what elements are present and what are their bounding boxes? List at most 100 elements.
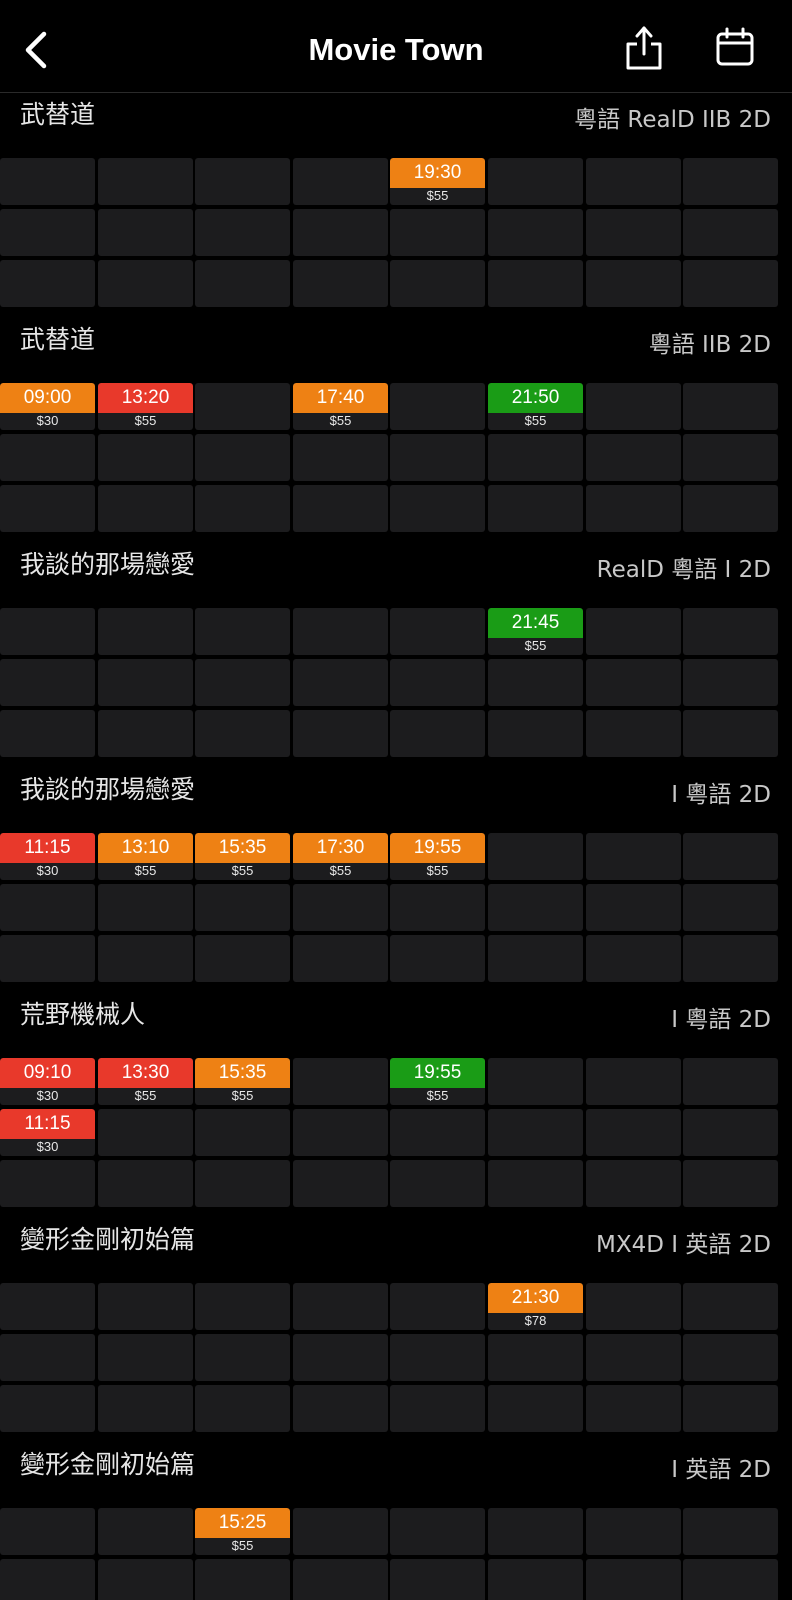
empty-slot xyxy=(195,1385,290,1432)
empty-slot xyxy=(390,1160,485,1207)
empty-slot xyxy=(488,884,583,931)
showtime-slot[interactable]: 17:40 $55 xyxy=(293,383,388,430)
showtime-time: 13:10 xyxy=(98,833,193,863)
empty-slot xyxy=(293,884,388,931)
share-icon[interactable] xyxy=(622,24,666,72)
showtime-slot[interactable]: 21:50 $55 xyxy=(488,383,583,430)
showtime-time: 19:55 xyxy=(390,833,485,863)
showtime-time: 15:25 xyxy=(195,1508,290,1538)
empty-slot xyxy=(683,710,778,757)
empty-slot xyxy=(0,1508,95,1555)
format-tags: 粵語 IIB 2D xyxy=(648,332,771,358)
empty-slot xyxy=(195,434,290,481)
empty-slot xyxy=(293,1385,388,1432)
empty-slot xyxy=(98,884,193,931)
empty-slot xyxy=(586,260,681,307)
showtime-slot[interactable]: 09:00 $30 xyxy=(0,383,95,430)
showtime-time: 11:15 xyxy=(0,833,95,863)
showtime-slot[interactable]: 21:45 $55 xyxy=(488,608,583,655)
empty-slot xyxy=(0,158,95,205)
empty-slot xyxy=(390,1283,485,1330)
empty-slot xyxy=(683,1058,778,1105)
empty-slot xyxy=(0,1385,95,1432)
showtime-slot[interactable]: 09:10 $30 xyxy=(0,1058,95,1105)
movie-title: 我談的那場戀愛 xyxy=(20,775,196,804)
empty-slot xyxy=(586,659,681,706)
showtime-slot[interactable]: 11:15 $30 xyxy=(0,1109,95,1156)
empty-slot xyxy=(683,260,778,307)
showtime-grid: 09:00 $30 13:20 $55 17:40 $55 21:50 $55 xyxy=(0,383,792,533)
empty-slot xyxy=(586,1109,681,1156)
showtime-time: 13:30 xyxy=(98,1058,193,1088)
showtime-slot[interactable]: 19:55 $55 xyxy=(390,833,485,880)
showtime-price: $55 xyxy=(426,188,449,203)
showtime-time: 11:15 xyxy=(0,1109,95,1139)
empty-slot xyxy=(586,434,681,481)
showtime-slot[interactable]: 13:10 $55 xyxy=(98,833,193,880)
empty-slot xyxy=(683,434,778,481)
empty-slot xyxy=(488,209,583,256)
showtime-slot[interactable]: 17:30 $55 xyxy=(293,833,388,880)
showtime-slot[interactable]: 15:25 $55 xyxy=(195,1508,290,1555)
showtime-slot[interactable]: 21:30 $78 xyxy=(488,1283,583,1330)
showtime-time: 09:00 xyxy=(0,383,95,413)
empty-slot xyxy=(98,260,193,307)
showtime-time: 21:30 xyxy=(488,1283,583,1313)
showtime-slot[interactable]: 15:35 $55 xyxy=(195,833,290,880)
empty-slot xyxy=(586,935,681,982)
calendar-icon[interactable] xyxy=(714,26,758,70)
showtime-slot[interactable]: 19:30 $55 xyxy=(390,158,485,205)
showtime-slot[interactable]: 15:35 $55 xyxy=(195,1058,290,1105)
empty-slot xyxy=(195,1160,290,1207)
empty-slot xyxy=(0,884,95,931)
showtime-price: $55 xyxy=(426,863,449,878)
empty-slot xyxy=(488,1058,583,1105)
showtime-time: 21:50 xyxy=(488,383,583,413)
empty-slot xyxy=(586,1508,681,1555)
showtime-slot[interactable]: 13:20 $55 xyxy=(98,383,193,430)
empty-slot xyxy=(683,1109,778,1156)
empty-slot xyxy=(98,1283,193,1330)
empty-slot xyxy=(586,383,681,430)
movie-section: 武替道 粵語 RealD IIB 2D 19:30 $55 xyxy=(0,92,792,322)
empty-slot xyxy=(293,659,388,706)
showtime-time: 21:45 xyxy=(488,608,583,638)
empty-slot xyxy=(0,209,95,256)
movie-title: 武替道 xyxy=(20,325,96,354)
empty-slot xyxy=(293,1334,388,1381)
empty-slot xyxy=(390,434,485,481)
empty-slot xyxy=(586,710,681,757)
format-tags: I 粵語 2D xyxy=(671,782,771,808)
empty-slot xyxy=(98,1508,193,1555)
showtime-slot[interactable]: 13:30 $55 xyxy=(98,1058,193,1105)
empty-slot xyxy=(390,260,485,307)
showtime-grid: 21:45 $55 xyxy=(0,608,792,758)
empty-slot xyxy=(390,383,485,430)
empty-slot xyxy=(488,158,583,205)
empty-slot xyxy=(683,1160,778,1207)
empty-slot xyxy=(488,659,583,706)
showtime-price: $30 xyxy=(36,1139,59,1154)
empty-slot xyxy=(586,884,681,931)
showtime-slot[interactable]: 19:55 $55 xyxy=(390,1058,485,1105)
empty-slot xyxy=(0,1334,95,1381)
empty-slot xyxy=(195,1109,290,1156)
empty-slot xyxy=(293,1283,388,1330)
format-tags: RealD 粵語 I 2D xyxy=(596,557,771,583)
showtime-price: $78 xyxy=(524,1313,547,1328)
showtime-price: $30 xyxy=(36,1088,59,1103)
movie-title: 我談的那場戀愛 xyxy=(20,550,196,579)
empty-slot xyxy=(683,209,778,256)
empty-slot xyxy=(683,1385,778,1432)
showtime-time: 09:10 xyxy=(0,1058,95,1088)
empty-slot xyxy=(0,1559,95,1600)
movie-section: 武替道 粵語 IIB 2D 09:00 $30 13:20 $55 17:40 $55 21:5… xyxy=(0,317,792,547)
empty-slot xyxy=(586,1334,681,1381)
empty-slot xyxy=(98,1109,193,1156)
showtime-slot[interactable]: 11:15 $30 xyxy=(0,833,95,880)
empty-slot xyxy=(98,1160,193,1207)
empty-slot xyxy=(98,1385,193,1432)
showtime-price: $55 xyxy=(231,1538,254,1553)
empty-slot xyxy=(390,1334,485,1381)
empty-slot xyxy=(390,1559,485,1600)
